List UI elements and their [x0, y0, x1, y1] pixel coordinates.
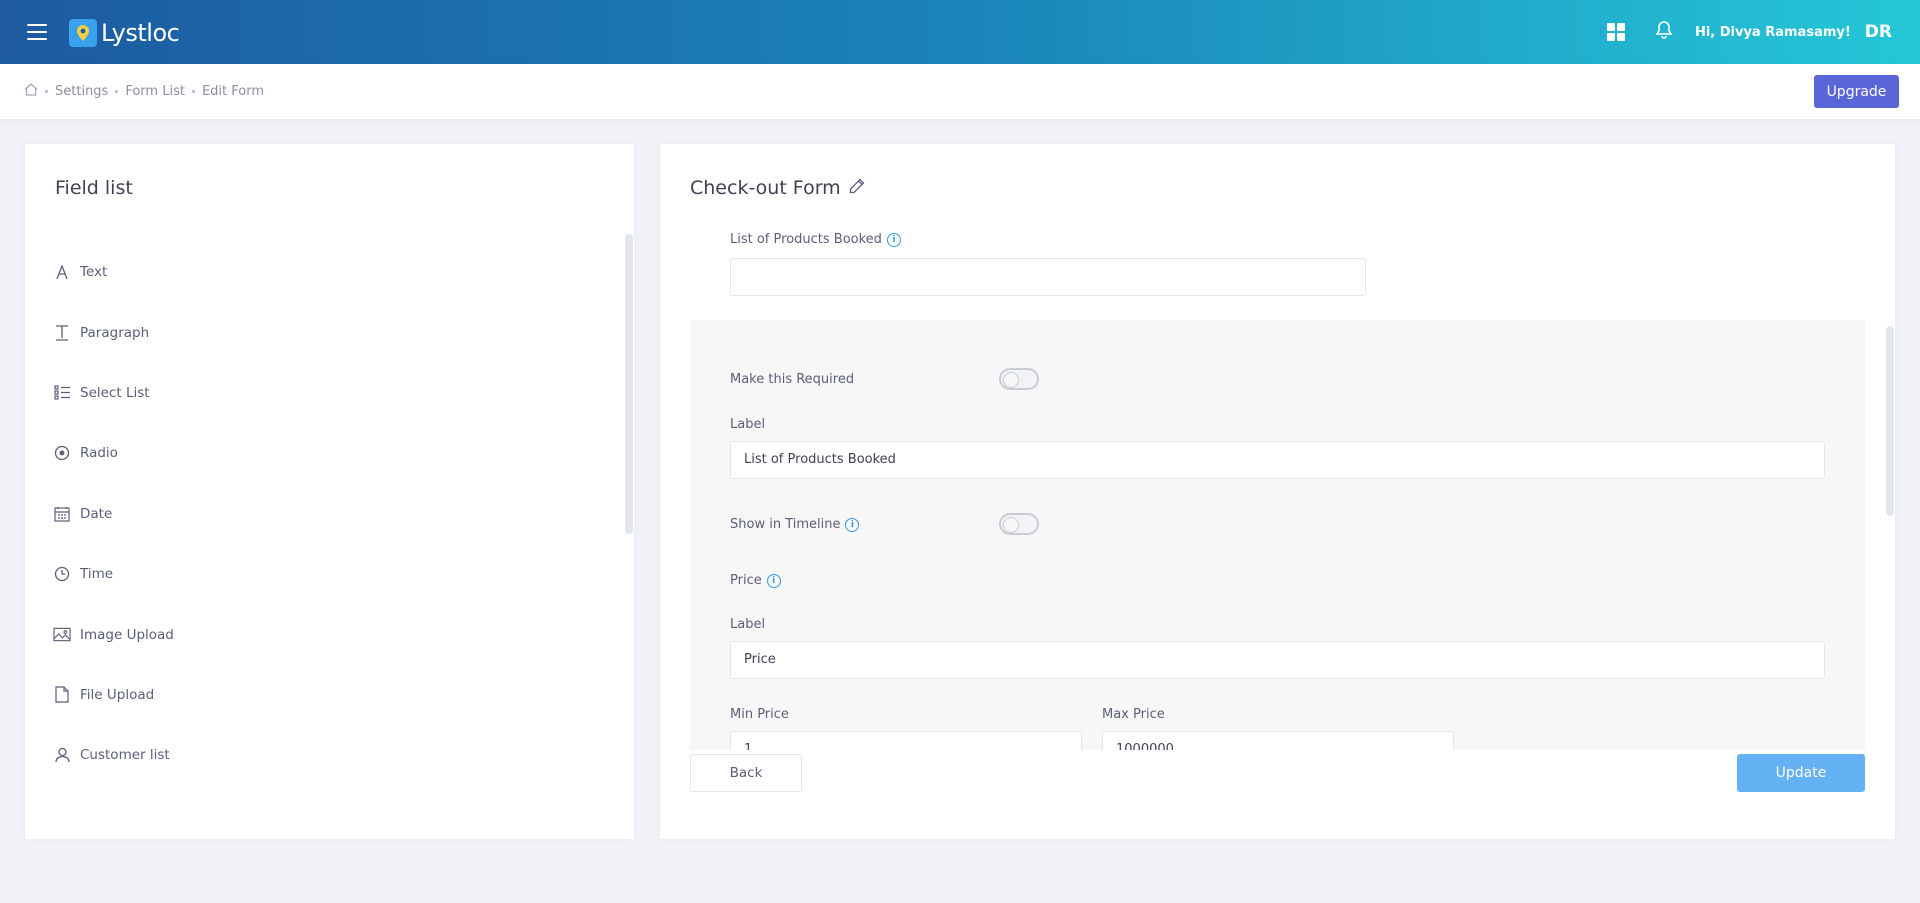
apps-grid-icon[interactable] [1606, 23, 1625, 41]
info-icon[interactable]: i [766, 573, 781, 588]
field-item-customer-list[interactable]: Customer list [53, 725, 613, 785]
field-item-text[interactable]: Text [53, 242, 613, 302]
field-item-paragraph[interactable]: Paragraph [53, 302, 613, 362]
field-item-label: File Upload [80, 686, 155, 703]
field-item-label: Customer list [80, 747, 170, 764]
upgrade-button[interactable]: Upgrade [1814, 75, 1899, 108]
field-item-select-list[interactable]: Select List [53, 363, 613, 423]
menu-icon[interactable] [27, 24, 47, 40]
breadcrumb: Settings Form List Edit Form [24, 83, 264, 100]
field-item-label: Radio [80, 445, 118, 462]
location-pin-icon [69, 19, 97, 47]
products-booked-input[interactable] [730, 258, 1366, 296]
image-icon [53, 626, 71, 644]
label-caption: Label [730, 417, 766, 432]
radio-icon [53, 444, 71, 462]
field-list-panel: Field list Text Paragraph Select List Ra… [25, 144, 634, 839]
price-label-caption: Label [730, 617, 766, 632]
user-icon [53, 746, 71, 764]
logo[interactable]: Lystloc [69, 19, 180, 47]
calendar-icon [53, 505, 71, 523]
clock-icon [53, 565, 71, 583]
form-title-text: Check-out Form [690, 177, 841, 199]
breadcrumb-edit-form: Edit Form [201, 84, 264, 99]
update-button[interactable]: Update [1737, 754, 1865, 792]
text-icon [53, 263, 71, 281]
field-item-image-upload[interactable]: Image Upload [53, 604, 613, 664]
list-icon [53, 384, 71, 402]
field-item-radio[interactable]: Radio [53, 423, 613, 483]
paragraph-icon [53, 324, 71, 342]
field-item-label: Paragraph [80, 324, 150, 341]
min-price-label: Min Price [730, 707, 789, 722]
field-item-label: Text [80, 264, 108, 281]
back-button[interactable]: Back [690, 754, 802, 792]
breadcrumb-settings[interactable]: Settings [55, 84, 108, 99]
breadcrumb-form-list[interactable]: Form List [125, 84, 185, 99]
max-price-label: Max Price [1102, 707, 1165, 722]
timeline-toggle[interactable] [999, 513, 1039, 535]
home-icon[interactable] [24, 83, 38, 100]
breadcrumb-bar: Settings Form List Edit Form Upgrade [0, 64, 1920, 119]
timeline-label: Show in Timeline i [730, 517, 860, 532]
bell-icon[interactable] [1655, 20, 1673, 44]
user-avatar[interactable]: DR [1865, 22, 1892, 42]
form-scrollbar[interactable] [1886, 326, 1894, 516]
field-item-label: Image Upload [80, 626, 174, 643]
user-greeting: Hi, Divya Ramasamy! [1694, 24, 1851, 40]
field-item-time[interactable]: Time [53, 544, 613, 604]
field-list-scrollbar[interactable] [625, 234, 633, 534]
timeline-label-text: Show in Timeline [730, 517, 841, 532]
required-toggle[interactable] [999, 368, 1039, 390]
field-item-label: Time [80, 566, 114, 583]
field-label-text: List of Products Booked [730, 232, 882, 247]
price-heading-text: Price [730, 573, 762, 588]
field-item-date[interactable]: Date [53, 484, 613, 544]
app-name: Lystloc [101, 19, 180, 47]
min-price-input[interactable]: 1 [730, 731, 1082, 750]
field-item-label: Select List [80, 384, 150, 401]
field-settings-box: Make this Required Label List of Product… [690, 320, 1865, 750]
field-list-title: Field list [55, 177, 133, 199]
info-icon[interactable]: i [886, 232, 901, 247]
field-item-file-upload[interactable]: File Upload [53, 665, 613, 725]
max-price-input[interactable]: 1000000 [1102, 731, 1454, 750]
price-heading: Price i [730, 573, 781, 588]
label-input[interactable]: List of Products Booked [730, 441, 1825, 479]
form-title: Check-out Form [690, 177, 865, 199]
field-item-label: Date [80, 505, 113, 522]
top-navbar: Lystloc Hi, Divya Ramasamy! DR [0, 0, 1920, 64]
pencil-icon[interactable] [849, 177, 865, 199]
required-label: Make this Required [730, 372, 855, 387]
info-icon[interactable]: i [845, 517, 860, 532]
price-label-input[interactable]: Price [730, 641, 1825, 679]
file-icon [53, 686, 71, 704]
form-editor-panel: Check-out Form List of Products Booked i… [660, 144, 1895, 839]
field-list: Text Paragraph Select List Radio Date Ti… [53, 242, 613, 786]
field-label: List of Products Booked i [730, 232, 901, 247]
